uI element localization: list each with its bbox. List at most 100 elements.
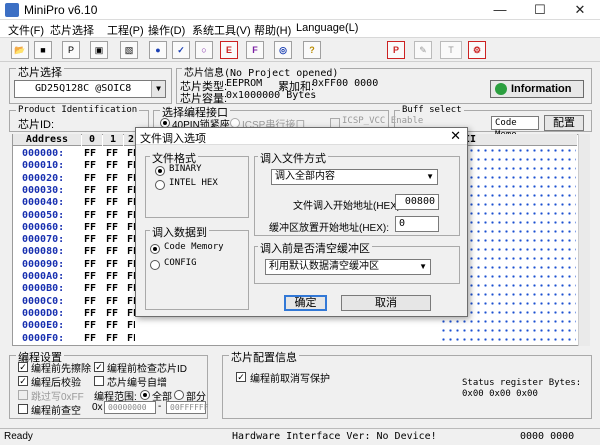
open-icon[interactable]: 📂 xyxy=(11,41,29,59)
hex-cell[interactable]: FF xyxy=(127,197,135,208)
hex-cell[interactable]: FF xyxy=(84,283,96,294)
hex-cell[interactable]: FF xyxy=(127,222,135,233)
blank-check-checkbox[interactable] xyxy=(18,404,28,414)
hex-cell[interactable]: FF xyxy=(106,333,118,344)
hex-cell[interactable]: FF xyxy=(127,246,135,257)
hex-cell[interactable]: FF xyxy=(84,197,96,208)
hex-cell[interactable]: FF xyxy=(84,234,96,245)
chevron-down-icon[interactable]: ▼ xyxy=(426,170,434,184)
hex-cell[interactable]: FF xyxy=(106,185,118,196)
menu-project[interactable]: 工程(P) xyxy=(107,22,144,38)
program-icon[interactable]: P xyxy=(387,41,405,59)
hex-cell[interactable]: FF xyxy=(127,160,135,171)
hex-cell[interactable]: FF xyxy=(106,148,118,159)
hex-cell[interactable]: FF xyxy=(127,148,135,159)
hex-cell[interactable]: FF xyxy=(106,246,118,257)
menu-help[interactable]: 帮助(H) xyxy=(254,22,291,38)
hex-cell[interactable]: FF xyxy=(84,173,96,184)
help-icon[interactable]: ? xyxy=(303,41,321,59)
hex-cell[interactable]: FF xyxy=(127,308,135,319)
hex-cell[interactable]: FF xyxy=(106,160,118,171)
hex-cell[interactable]: FF xyxy=(106,259,118,270)
hex-cell[interactable]: FF xyxy=(127,320,135,331)
save-proj-icon[interactable]: ▧ xyxy=(120,41,138,59)
hex-cell[interactable]: FF xyxy=(84,333,96,344)
protect-icon[interactable]: ◎ xyxy=(274,41,292,59)
blank-icon[interactable]: ○ xyxy=(195,41,213,59)
hex-cell[interactable]: FF xyxy=(106,234,118,245)
image-icon[interactable]: ▣ xyxy=(90,41,108,59)
hex-cell[interactable]: FF xyxy=(106,210,118,221)
hex-cell[interactable]: FF xyxy=(106,296,118,307)
menu-tools[interactable]: 系统工具(V) xyxy=(192,22,251,38)
load-method-combo[interactable]: 调入全部内容 ▼ xyxy=(271,169,438,185)
intel-hex-radio[interactable] xyxy=(155,180,165,190)
hex-cell[interactable]: FF xyxy=(84,271,96,282)
fill-icon[interactable]: F xyxy=(246,41,264,59)
clear-buffer-combo[interactable]: 利用默认数据清空缓冲区 ▼ xyxy=(265,259,431,275)
hex-cell[interactable]: FF xyxy=(106,308,118,319)
hex-cell[interactable]: FF xyxy=(127,234,135,245)
hex-cell[interactable]: FF xyxy=(84,320,96,331)
config-radio[interactable] xyxy=(150,260,160,270)
range-all-radio[interactable] xyxy=(140,390,150,400)
code-memory-radio[interactable] xyxy=(150,244,160,254)
hex-cell[interactable]: FF xyxy=(106,283,118,294)
chevron-down-icon[interactable]: ▼ xyxy=(151,81,165,97)
batch-icon[interactable]: ✎ xyxy=(414,41,432,59)
verify-icon[interactable]: ✓ xyxy=(172,41,190,59)
hex-cell[interactable]: FF xyxy=(106,197,118,208)
check-id-checkbox[interactable]: ✓ xyxy=(94,362,104,372)
save-icon[interactable]: ■ xyxy=(34,41,52,59)
binary-radio[interactable] xyxy=(155,166,165,176)
erase-icon[interactable]: E xyxy=(220,41,238,59)
code-memo-field[interactable]: Code Memo xyxy=(491,116,539,140)
range-to-field[interactable]: 00FFFFFF xyxy=(166,401,209,414)
information-button[interactable]: Information xyxy=(490,80,584,98)
hex-cell[interactable]: FF xyxy=(127,173,135,184)
hex-cell[interactable]: FF xyxy=(84,148,96,159)
menu-chip-select[interactable]: 芯片选择 xyxy=(50,22,94,38)
hex-cell[interactable]: FF xyxy=(84,259,96,270)
project-icon[interactable]: P xyxy=(62,41,80,59)
write-protect-checkbox[interactable]: ✓ xyxy=(236,372,246,382)
chevron-down-icon[interactable]: ▼ xyxy=(419,260,427,274)
cancel-button[interactable]: 取消 xyxy=(341,295,431,311)
hex-cell[interactable]: FF xyxy=(84,308,96,319)
erase-before-checkbox[interactable]: ✓ xyxy=(18,362,28,372)
hex-cell[interactable]: FF xyxy=(84,296,96,307)
hex-cell[interactable]: FF xyxy=(127,210,135,221)
buffer-start-input[interactable]: 0 xyxy=(395,216,439,232)
tools-icon[interactable]: ⚙ xyxy=(468,41,486,59)
config-button[interactable]: 配置 xyxy=(544,115,584,131)
chip-select-combo[interactable]: GD25Q128C @SOIC8 ▼ xyxy=(14,80,166,98)
hex-cell[interactable]: FF xyxy=(127,271,135,282)
vertical-scrollbar[interactable] xyxy=(578,134,590,346)
hex-cell[interactable]: FF xyxy=(106,222,118,233)
ok-button[interactable]: 确定 xyxy=(284,295,327,311)
close-icon[interactable]: ✕ xyxy=(450,128,461,144)
hex-cell[interactable]: FF xyxy=(84,246,96,257)
hex-cell[interactable]: FF xyxy=(106,320,118,331)
test-icon[interactable]: T xyxy=(440,41,462,59)
auto-inc-checkbox[interactable] xyxy=(94,376,104,386)
hex-cell[interactable]: FF xyxy=(106,271,118,282)
file-start-input[interactable]: 00800 xyxy=(395,194,439,210)
hex-cell[interactable]: FF xyxy=(84,160,96,171)
hex-cell[interactable]: FF xyxy=(127,283,135,294)
range-from-field[interactable]: 00000000 xyxy=(104,401,156,414)
close-button[interactable]: ✕ xyxy=(560,0,600,20)
maximize-button[interactable]: ☐ xyxy=(520,0,560,20)
verify-after-checkbox[interactable]: ✓ xyxy=(18,376,28,386)
minimize-button[interactable]: — xyxy=(480,0,520,20)
skip-ff-checkbox[interactable] xyxy=(18,390,28,400)
range-part-radio[interactable] xyxy=(174,390,184,400)
hex-cell[interactable]: FF xyxy=(84,222,96,233)
hex-cell[interactable]: FF xyxy=(106,173,118,184)
hex-cell[interactable]: FF xyxy=(127,259,135,270)
hex-cell[interactable]: FF xyxy=(127,333,135,344)
hex-cell[interactable]: FF xyxy=(84,185,96,196)
read-icon[interactable]: ● xyxy=(149,41,167,59)
hex-cell[interactable]: FF xyxy=(127,296,135,307)
menu-file[interactable]: 文件(F) xyxy=(8,22,44,38)
